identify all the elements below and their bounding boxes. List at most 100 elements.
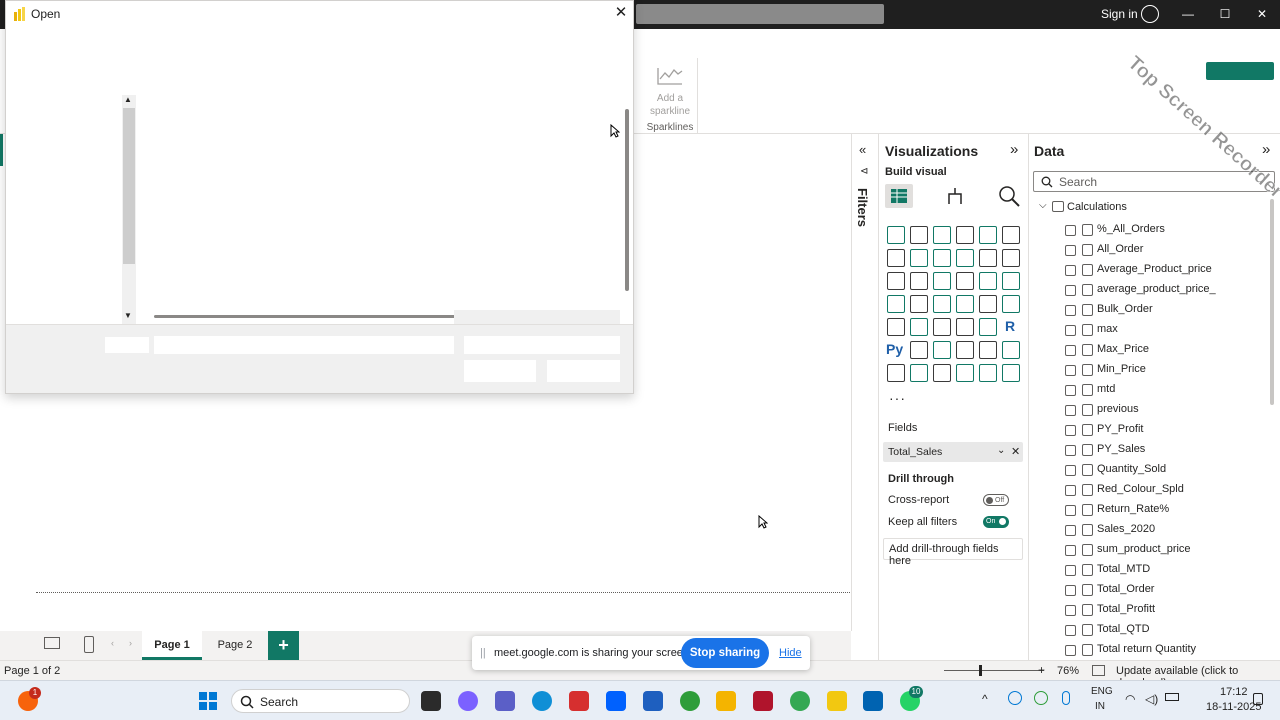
decomposition-tree-icon[interactable] (933, 341, 951, 359)
field-checkbox[interactable] (1065, 465, 1076, 476)
field-checkbox[interactable] (1065, 605, 1076, 616)
field-checkbox[interactable] (1065, 325, 1076, 336)
tab-page-2[interactable]: Page 2 (206, 631, 264, 660)
battery-icon[interactable] (1165, 693, 1179, 701)
waterfall-chart-icon[interactable] (910, 272, 928, 290)
zoom-slider-thumb[interactable] (979, 665, 982, 676)
wifi-icon[interactable]: ◠ (1125, 692, 1135, 706)
donut-chart-icon[interactable] (1002, 272, 1020, 290)
field-checkbox[interactable] (1065, 405, 1076, 416)
collapse-left-icon[interactable]: « (859, 142, 866, 157)
drag-handle-icon[interactable]: || (480, 647, 486, 659)
volume-icon[interactable]: ◁) (1145, 692, 1158, 706)
narrative-icon[interactable] (979, 341, 997, 359)
pie-chart-icon[interactable] (979, 272, 997, 290)
onedrive-icon[interactable] (1008, 691, 1022, 705)
map-icon[interactable] (910, 295, 928, 313)
file-list-scrollbar[interactable] (625, 109, 629, 291)
custom-visual-3-icon[interactable] (1002, 364, 1020, 382)
field-checkbox[interactable] (1065, 565, 1076, 576)
multi-row-card-icon[interactable] (887, 318, 905, 336)
matrix-icon[interactable] (979, 318, 997, 336)
edge-icon[interactable] (532, 691, 552, 711)
dropbox-icon[interactable] (606, 691, 626, 711)
filters-label[interactable]: Filters (855, 188, 870, 227)
field-checkbox[interactable] (1065, 445, 1076, 456)
open-button[interactable] (464, 360, 536, 382)
next-page-icon[interactable]: › (129, 638, 132, 648)
100-stacked-column-chart-icon[interactable] (1002, 226, 1020, 244)
stacked-bar-chart-icon[interactable] (887, 226, 905, 244)
chevron-down-icon[interactable]: ⌵ (1039, 200, 1047, 211)
filled-map-icon[interactable] (933, 295, 951, 313)
build-visual-tab[interactable] (885, 184, 913, 208)
power-bi-taskbar-icon[interactable] (827, 691, 847, 711)
fit-page-icon[interactable] (1092, 665, 1105, 676)
field-checkbox[interactable] (1065, 305, 1076, 316)
close-window-icon[interactable]: ✕ (1250, 5, 1274, 23)
hide-link[interactable]: Hide (779, 647, 802, 659)
add-drill-through-fields[interactable]: Add drill-through fields here (883, 538, 1023, 567)
clock-time[interactable]: 17:12 (1220, 686, 1248, 698)
notifications-icon[interactable] (1253, 693, 1263, 705)
notepad-icon[interactable] (863, 691, 883, 711)
zoom-level[interactable]: 76% (1057, 665, 1079, 677)
copilot-icon[interactable] (458, 691, 478, 711)
field-checkbox[interactable] (1065, 245, 1076, 256)
100-stacked-bar-chart-icon[interactable] (979, 226, 997, 244)
field-checkbox[interactable] (1065, 625, 1076, 636)
power-apps-icon[interactable] (910, 364, 928, 382)
add-sparkline-button[interactable]: Add a sparkline (642, 92, 698, 118)
custom-visual-1-icon[interactable] (956, 364, 974, 382)
field-checkbox[interactable] (1065, 225, 1076, 236)
field-checkbox[interactable] (1065, 485, 1076, 496)
prev-page-icon[interactable]: ‹ (111, 638, 114, 648)
format-visual-tab[interactable] (941, 184, 969, 208)
stop-sharing-button[interactable]: Stop sharing (681, 638, 769, 668)
file-name-input[interactable] (154, 336, 454, 354)
scroll-up-icon[interactable]: ▲ (124, 95, 132, 104)
open-file-dialog[interactable]: Open ✕ ▲ ▼ (5, 0, 634, 394)
table-icon[interactable] (956, 318, 974, 336)
cancel-button[interactable] (547, 360, 620, 382)
python-visual-icon[interactable]: Py (886, 341, 903, 357)
cross-report-toggle[interactable]: Off (983, 494, 1009, 506)
title-search-box[interactable] (636, 4, 884, 24)
recorder-icon[interactable] (753, 691, 773, 711)
close-icon[interactable]: ✕ (612, 4, 630, 22)
navigation-scroll-thumb[interactable] (123, 108, 135, 264)
field-checkbox[interactable] (1065, 285, 1076, 296)
file-explorer-icon[interactable] (716, 691, 736, 711)
taskbar-search[interactable]: Search (231, 689, 410, 713)
scatter-chart-icon[interactable] (956, 272, 974, 290)
teams-icon[interactable] (495, 691, 515, 711)
field-checkbox[interactable] (1065, 585, 1076, 596)
funnel-chart-icon[interactable] (933, 272, 951, 290)
card-icon[interactable] (1002, 295, 1020, 313)
expand-right-icon[interactable]: » (1010, 141, 1018, 158)
stacked-area-chart-icon[interactable] (933, 249, 951, 267)
qa-visual-icon[interactable] (956, 341, 974, 359)
filters-pane[interactable]: « ⊲ Filters (851, 134, 878, 631)
account-icon[interactable] (1141, 5, 1159, 23)
field-checkbox[interactable] (1065, 345, 1076, 356)
more-visuals-icon[interactable]: ··· (889, 390, 906, 406)
line-chart-icon[interactable] (887, 249, 905, 267)
r-script-visual-icon[interactable]: R (1005, 318, 1015, 334)
analytics-tab[interactable] (995, 184, 1023, 208)
sync-icon[interactable] (1034, 691, 1048, 705)
kpi-icon[interactable] (910, 318, 928, 336)
field-checkbox[interactable] (1065, 425, 1076, 436)
azure-map-icon[interactable] (956, 295, 974, 313)
key-influencers-icon[interactable] (910, 341, 928, 359)
field-checkbox[interactable] (1065, 265, 1076, 276)
line-stacked-column-chart-icon[interactable] (979, 249, 997, 267)
chevron-down-icon[interactable]: ⌄ (997, 445, 1005, 456)
data-pane-scrollbar[interactable] (1270, 199, 1274, 405)
minimize-icon[interactable]: — (1176, 5, 1200, 23)
chrome-icon[interactable] (790, 691, 810, 711)
chevron-up-icon[interactable]: ^ (982, 692, 988, 706)
scroll-down-icon[interactable]: ▼ (124, 311, 132, 320)
field-checkbox[interactable] (1065, 365, 1076, 376)
store-icon[interactable] (643, 691, 663, 711)
